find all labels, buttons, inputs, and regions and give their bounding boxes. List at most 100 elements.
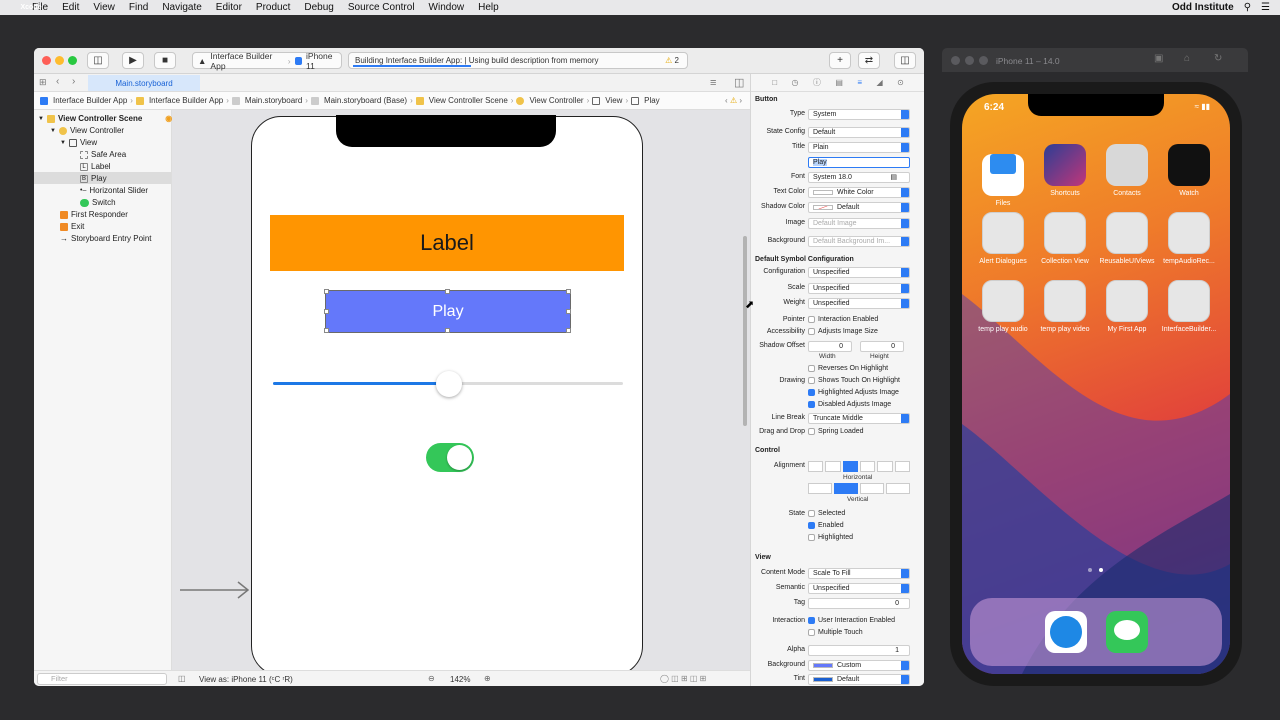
shadow-color-select[interactable]: Default	[808, 202, 910, 213]
app-shortcuts[interactable]: Shortcuts	[1034, 144, 1096, 197]
font-field[interactable]: System 18.0 ▤	[808, 172, 910, 183]
help-inspector-icon[interactable]: ⓘ	[813, 77, 821, 88]
disabled-adjusts-checkbox[interactable]: Disabled Adjusts Image	[808, 401, 891, 408]
breadcrumb-project[interactable]: Interface Builder App	[53, 96, 127, 105]
align-top-icon[interactable]	[808, 483, 832, 494]
screenshot-icon[interactable]: ▣	[1154, 53, 1163, 64]
app-watch[interactable]: Watch	[1158, 144, 1220, 197]
history-inspector-icon[interactable]: ◷	[792, 78, 799, 87]
page-dot-active[interactable]	[1099, 568, 1103, 572]
menu-find[interactable]: Find	[129, 2, 148, 13]
issue-nav-icon[interactable]: ‹ ⚠ ›	[725, 96, 742, 105]
menu-window[interactable]: Window	[429, 2, 465, 13]
align-leading-icon[interactable]	[877, 461, 893, 472]
resize-handle[interactable]	[566, 289, 571, 294]
menu-help[interactable]: Help	[478, 2, 499, 13]
outline-item-view-controller[interactable]: ▼ View Controller	[50, 126, 124, 135]
resize-handle[interactable]	[566, 328, 571, 333]
multiple-touch-checkbox[interactable]: Multiple Touch	[808, 629, 863, 636]
file-inspector-icon[interactable]: □	[772, 78, 777, 87]
messages-icon[interactable]	[1106, 611, 1148, 653]
highlighted-checkbox[interactable]: Highlighted	[808, 534, 853, 541]
vertical-alignment-segments[interactable]	[808, 483, 910, 494]
sim-minimize-button[interactable]	[965, 56, 974, 65]
breadcrumb-play[interactable]: Play	[644, 96, 660, 105]
forward-icon[interactable]: ›	[72, 76, 75, 87]
resize-handle[interactable]	[445, 289, 450, 294]
editor-options-icon[interactable]: ≡	[710, 77, 716, 89]
breadcrumb-view[interactable]: View	[605, 96, 622, 105]
resize-handle[interactable]	[324, 309, 329, 314]
app-my-first-app[interactable]: My First App	[1096, 280, 1158, 333]
app-contacts[interactable]: Contacts	[1096, 144, 1158, 197]
outline-item-scene[interactable]: ▼ View Controller Scene ◉	[38, 114, 172, 123]
breadcrumb-storyboard[interactable]: Main.storyboard	[245, 96, 302, 105]
close-window-button[interactable]	[42, 56, 51, 65]
add-library-icon[interactable]: +	[829, 52, 851, 69]
state-config-select[interactable]: Default	[808, 127, 910, 138]
canvas-label[interactable]: Label	[270, 215, 624, 271]
outline-item-slider[interactable]: •– Horizontal Slider	[80, 186, 148, 195]
weight-select[interactable]: Unspecified	[808, 298, 910, 309]
breadcrumb-scene[interactable]: View Controller Scene	[429, 96, 508, 105]
user-menu[interactable]: Odd Institute	[1172, 2, 1234, 13]
menu-debug[interactable]: Debug	[304, 2, 333, 13]
outline-toggle-icon[interactable]: ◫	[178, 674, 186, 683]
enabled-checkbox[interactable]: Enabled	[808, 522, 844, 529]
app-files[interactable]: Files	[972, 144, 1034, 207]
align-vcenter-icon[interactable]	[834, 483, 858, 494]
app-interface-builder[interactable]: InterfaceBuilder...	[1158, 280, 1220, 333]
menu-list-icon[interactable]: ☰	[1261, 2, 1270, 13]
image-field[interactable]: Default Image	[808, 218, 910, 229]
page-dot[interactable]	[1088, 568, 1092, 572]
vertical-scrollbar[interactable]	[743, 236, 747, 426]
align-right-icon[interactable]	[859, 461, 876, 472]
align-fill-icon[interactable]	[842, 461, 858, 472]
safari-icon[interactable]	[1045, 611, 1087, 653]
highlighted-adjusts-checkbox[interactable]: Highlighted Adjusts Image	[808, 389, 899, 396]
menu-view[interactable]: View	[93, 2, 115, 13]
resize-handle[interactable]	[324, 328, 329, 333]
outline-item-safe-area[interactable]: Safe Area	[80, 150, 126, 159]
reverses-on-highlight-checkbox[interactable]: Reverses On Highlight	[808, 365, 888, 372]
background-field[interactable]: Default Background Im...	[808, 236, 910, 247]
selected-checkbox[interactable]: Selected	[808, 510, 845, 517]
app-temp-audio-rec[interactable]: tempAudioRec...	[1158, 212, 1220, 265]
app-collection-view[interactable]: Collection View	[1034, 212, 1096, 265]
identity-inspector-icon[interactable]: ▤	[835, 78, 843, 87]
align-bottom-icon[interactable]	[860, 483, 884, 494]
navigator-toggle-icon[interactable]: ◫	[87, 52, 109, 69]
minimize-window-button[interactable]	[55, 56, 64, 65]
align-center-icon[interactable]	[825, 461, 841, 472]
menu-navigate[interactable]: Navigate	[162, 2, 201, 13]
stop-icon[interactable]: ■	[154, 52, 176, 69]
zoom-out-icon[interactable]: ⊖	[428, 674, 435, 683]
menu-edit[interactable]: Edit	[62, 2, 79, 13]
breadcrumb-storyboard-base[interactable]: Main.storyboard (Base)	[324, 96, 407, 105]
align-trailing-icon[interactable]	[894, 461, 910, 472]
storyboard-canvas[interactable]: Label Play	[172, 110, 750, 670]
tag-field[interactable]: 0	[808, 598, 910, 609]
resize-handle[interactable]	[566, 309, 571, 314]
horizontal-alignment-segments[interactable]	[808, 461, 910, 472]
text-color-select[interactable]: White Color	[808, 187, 910, 198]
back-icon[interactable]: ‹	[56, 76, 59, 87]
menu-product[interactable]: Product	[256, 2, 290, 13]
shadow-height-field[interactable]: 0	[860, 341, 904, 352]
home-icon[interactable]: ⌂	[1184, 53, 1190, 64]
zoom-in-icon[interactable]: ⊕	[484, 674, 491, 683]
outline-item-exit[interactable]: Exit	[60, 222, 84, 231]
view-as-selector[interactable]: View as: iPhone 11 (ᶜC ʳR)	[199, 675, 293, 684]
sim-close-button[interactable]	[951, 56, 960, 65]
title-text-field[interactable]: Play	[808, 157, 910, 168]
rotate-icon[interactable]: ↻	[1214, 53, 1222, 64]
shows-touch-checkbox[interactable]: Shows Touch On Highlight	[808, 377, 900, 384]
type-select[interactable]: System	[808, 109, 910, 120]
align-left-icon[interactable]	[808, 461, 824, 472]
semantic-select[interactable]: Unspecified	[808, 583, 910, 594]
run-icon[interactable]: ▶	[122, 52, 144, 69]
split-editor-icon[interactable]: ◫	[734, 76, 744, 89]
tint-select[interactable]: Default	[808, 674, 910, 685]
outline-item-first-responder[interactable]: First Responder	[60, 210, 128, 219]
configuration-select[interactable]: Unspecified	[808, 267, 910, 278]
